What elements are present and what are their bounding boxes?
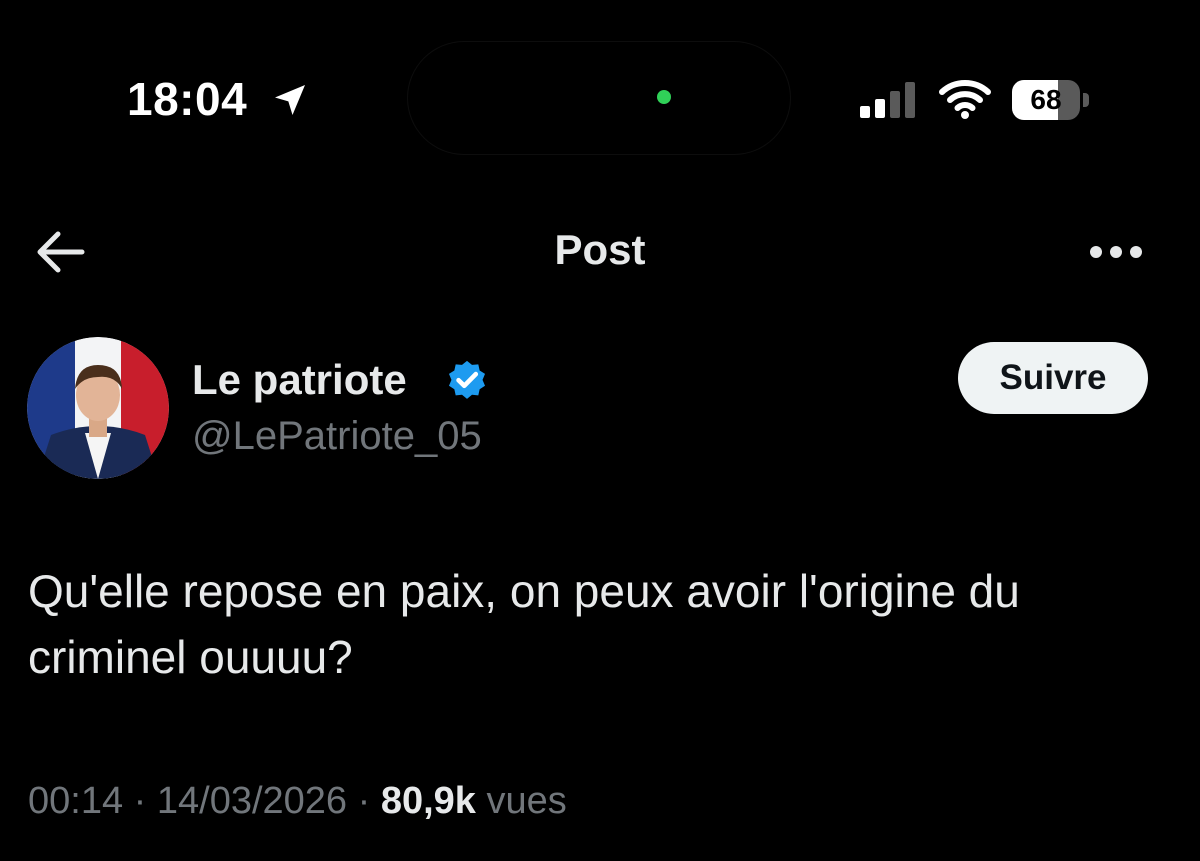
- avatar-image: [27, 337, 169, 479]
- meta-separator: ·: [357, 780, 371, 822]
- follow-button[interactable]: Suivre: [958, 342, 1148, 414]
- signal-icon: [860, 82, 915, 118]
- author-handle[interactable]: @LePatriote_05: [192, 414, 482, 459]
- avatar[interactable]: [27, 337, 169, 479]
- post-time[interactable]: 00:14: [28, 780, 123, 822]
- page-title: Post: [554, 226, 646, 273]
- meta-separator: ·: [133, 780, 147, 822]
- ellipsis-icon[interactable]: [1086, 236, 1146, 268]
- status-time: 18:04: [127, 73, 248, 125]
- battery-icon: 68: [1012, 80, 1080, 120]
- wifi-icon: [939, 80, 991, 119]
- post-meta: 00:14 · 14/03/2026 · 80,9k vues: [28, 780, 567, 823]
- views-count[interactable]: 80,9k: [381, 780, 476, 822]
- status-bar: 18:04 68: [0, 0, 1200, 180]
- verified-badge-icon: [448, 360, 486, 399]
- author-display-name[interactable]: Le patriote: [192, 356, 407, 404]
- location-arrow-icon: [275, 85, 305, 115]
- views-label: vues: [486, 780, 567, 822]
- battery-cap: [1083, 93, 1089, 107]
- battery-level-text: 68: [1030, 84, 1062, 115]
- post-text: Qu'elle repose en paix, on peux avoir l'…: [28, 565, 1020, 683]
- privacy-indicator-dot: [657, 90, 671, 104]
- post-date[interactable]: 14/03/2026: [157, 780, 347, 822]
- dynamic-island: [408, 42, 790, 154]
